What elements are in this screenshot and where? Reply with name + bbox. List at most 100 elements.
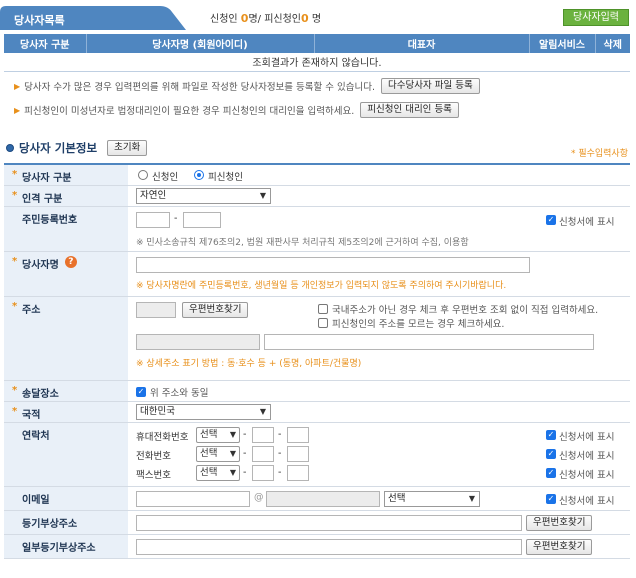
mobile-middle-input[interactable]: [252, 427, 274, 443]
fax-label: 팩스번호: [136, 470, 171, 481]
party-list-header: 당사자목록 신청인 0명/ 피신청인0 명 당사자입력: [0, 0, 636, 36]
person-type-select[interactable]: 자연인 ▼: [136, 188, 271, 204]
registry-address-label: 등기부상주소: [4, 511, 128, 534]
email-show-checkbox[interactable]: ✓: [546, 494, 556, 504]
address-main-input[interactable]: [136, 334, 260, 350]
party-type-label: * 당사자 구분: [4, 165, 128, 185]
fax-show-checkbox[interactable]: ✓: [546, 468, 556, 478]
unknown-address-label: 피신청인의 주소를 모르는 경우 체크하세요.: [332, 319, 505, 330]
same-address-label: 위 주소와 동일: [150, 388, 209, 399]
applicant-label: 신청인: [210, 14, 238, 25]
party-name-label: * 당사자명?: [4, 252, 128, 296]
fax-show-label: 신청서에 표시: [559, 470, 615, 481]
partial-registry-address-row: 일부등기부상주소 우편번호찾기: [4, 535, 630, 559]
reset-button[interactable]: 초기화: [107, 140, 148, 156]
respondent-count: 0: [301, 12, 309, 25]
respondent-radio-label: 피신청인: [208, 172, 243, 183]
nationality-row: * 국적 대한민국 ▼: [4, 402, 630, 423]
dash: -: [243, 429, 247, 440]
dash: -: [278, 467, 282, 478]
chevron-down-icon: ▼: [468, 494, 475, 503]
chevron-down-icon: ▼: [259, 407, 266, 416]
rrn-show-label: 신청서에 표시: [559, 217, 615, 228]
section-bullet-icon: [6, 144, 14, 152]
phone-last-input[interactable]: [287, 446, 309, 462]
mobile-show-label: 신청서에 표시: [559, 432, 615, 443]
phone-show-checkbox[interactable]: ✓: [546, 449, 556, 459]
party-table: 당사자 구분 당사자명 (회원아이디) 대표자 알림서비스 삭제 조회결과가 존…: [4, 34, 630, 72]
column-party-type: 당사자 구분: [4, 34, 87, 53]
party-name-input[interactable]: [136, 257, 530, 273]
registry-address-input[interactable]: [136, 515, 522, 531]
party-name-row: * 당사자명? ※ 당사자명란에 주민등록번호, 생년월일 등 개인정보가 입력되…: [4, 252, 630, 297]
bullet-icon: ▶: [14, 105, 21, 115]
dash: -: [278, 448, 282, 459]
phone-middle-input[interactable]: [252, 446, 274, 462]
dash: -: [243, 467, 247, 478]
registry-zipcode-button[interactable]: 우편번호찾기: [526, 515, 593, 531]
required-note: * 필수입력사항: [570, 149, 628, 159]
fax-prefix-select[interactable]: 선택 ▼: [196, 465, 240, 481]
proxy-note: ▶ 피신청인이 미성년자로 법정대리인이 필요한 경우 피신청인의 대리인을 입…: [14, 102, 459, 118]
bulk-upload-note: ▶ 당사자 수가 많은 경우 입력편의를 위해 파일로 작성한 당사자정보를 등…: [14, 78, 480, 94]
same-address-checkbox[interactable]: ✓: [136, 387, 146, 397]
address-detail-input[interactable]: [264, 334, 594, 350]
basic-info-section-header: 당사자 기본정보 초기화: [6, 140, 148, 156]
nationality-label: * 국적: [4, 402, 128, 422]
mobile-label: 휴대전화번호: [136, 432, 189, 443]
partial-registry-address-input[interactable]: [136, 539, 522, 555]
email-domain-input[interactable]: [266, 491, 380, 507]
email-domain-select[interactable]: 선택 ▼: [384, 491, 480, 507]
zipcode-search-button[interactable]: 우편번호찾기: [182, 302, 249, 318]
email-id-input[interactable]: [136, 491, 250, 507]
respondent-proxy-button[interactable]: 피신청인 대리인 등록: [360, 102, 459, 118]
rrn-front-input[interactable]: [136, 212, 170, 228]
bulk-upload-note-text: 당사자 수가 많은 경우 입력편의를 위해 파일로 작성한 당사자정보를 등록할…: [24, 82, 376, 93]
email-show-label: 신청서에 표시: [559, 496, 615, 507]
dash: -: [243, 448, 247, 459]
column-representative: 대표자: [314, 34, 530, 53]
add-party-button[interactable]: 당사자입력: [563, 9, 629, 26]
delivery-label: * 송달장소: [4, 381, 128, 401]
rrn-back-input[interactable]: [183, 212, 221, 228]
rrn-hint: ※ 민사소송규칙 제76조의2, 법원 재판사무 처리규칙 제5조의2에 근거하…: [136, 238, 469, 248]
unknown-address-checkbox[interactable]: [318, 318, 328, 328]
chevron-down-icon: ▼: [229, 449, 236, 458]
rrn-show-checkbox[interactable]: ✓: [546, 215, 556, 225]
chevron-down-icon: ▼: [229, 468, 236, 477]
partial-registry-zipcode-button[interactable]: 우편번호찾기: [526, 539, 593, 555]
respondent-label: 명/ 피신청인: [248, 14, 302, 25]
email-label: 이메일: [4, 487, 128, 510]
applicant-radio[interactable]: [138, 170, 148, 180]
column-party-name: 당사자명 (회원아이디): [86, 34, 315, 53]
party-counts: 신청인 0명/ 피신청인0 명: [210, 10, 321, 25]
nationality-select[interactable]: 대한민국 ▼: [136, 404, 271, 420]
foreign-address-label: 국내주소가 아닌 경우 체크 후 우편번호 조회 없이 직접 입력하세요.: [332, 305, 599, 316]
party-type-row: * 당사자 구분 신청인 피신청인: [4, 165, 630, 186]
column-delete: 삭제: [595, 34, 630, 53]
mobile-last-input[interactable]: [287, 427, 309, 443]
section-title: 당사자 기본정보: [19, 141, 98, 155]
phone-prefix-select[interactable]: 선택 ▼: [196, 446, 240, 462]
contact-row: 연락처 휴대전화번호 선택 ▼ - - ✓ 신청서에 표시 전화번호 선택 ▼ - …: [4, 423, 630, 487]
party-basic-info-form: * 당사자 구분 신청인 피신청인 * 인격 구분 자연인 ▼ 주민등록번호 - ✓ …: [4, 163, 630, 559]
zipcode-input[interactable]: [136, 302, 176, 318]
mobile-prefix-select[interactable]: 선택 ▼: [196, 427, 240, 443]
phone-show-label: 신청서에 표시: [559, 451, 615, 462]
address-hint: ※ 상세주소 표기 방법 : 동·호수 등 + (동명, 아파트/건물명): [136, 359, 362, 369]
bullet-icon: ▶: [14, 81, 21, 91]
contact-label: 연락처: [4, 423, 128, 486]
fax-last-input[interactable]: [287, 465, 309, 481]
count-unit: 명: [311, 14, 322, 25]
help-icon[interactable]: ?: [64, 256, 77, 268]
empty-message: 조회결과가 존재하지 않습니다.: [4, 53, 630, 72]
foreign-address-checkbox[interactable]: [318, 304, 328, 314]
respondent-radio[interactable]: [194, 170, 204, 180]
person-type-label: * 인격 구분: [4, 186, 128, 206]
mobile-show-checkbox[interactable]: ✓: [546, 430, 556, 440]
fax-middle-input[interactable]: [252, 465, 274, 481]
proxy-note-text: 피신청인이 미성년자로 법정대리인이 필요한 경우 피신청인의 대리인을 입력하…: [24, 106, 355, 117]
applicant-radio-label: 신청인: [152, 172, 179, 183]
person-type-row: * 인격 구분 자연인 ▼: [4, 186, 630, 207]
bulk-file-upload-button[interactable]: 다수당사자 파일 등록: [381, 78, 480, 94]
